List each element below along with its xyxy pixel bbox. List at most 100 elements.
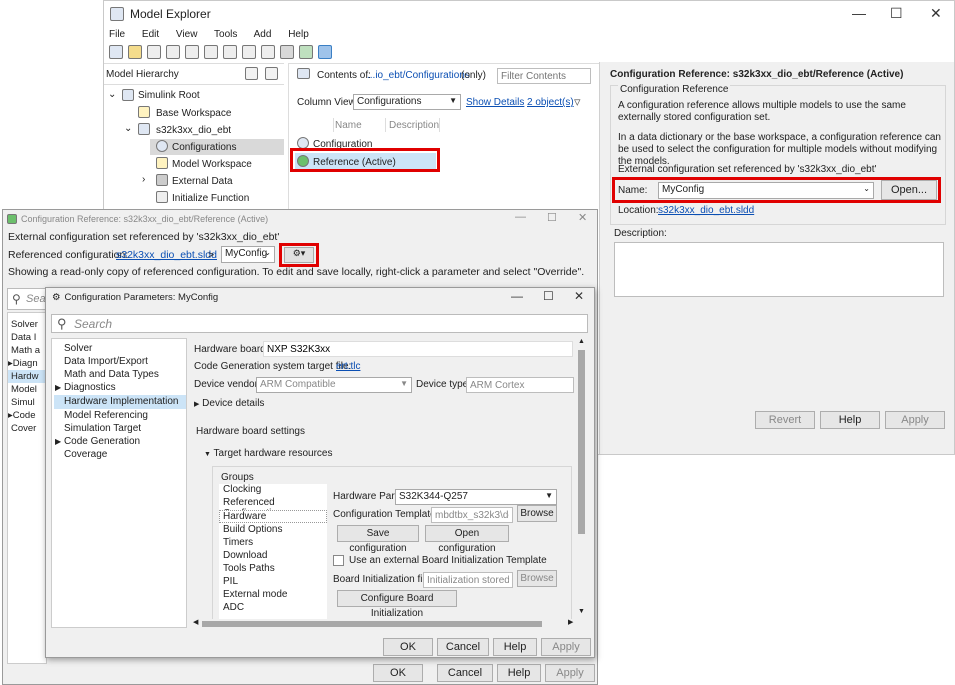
device-type-input[interactable] [466,377,574,393]
browse-board-init-button[interactable]: Browse [517,570,557,587]
target-resources-toggle[interactable]: ▼ Target hardware resources [204,448,333,459]
location-link[interactable]: s32k3xx_dio_ebt.sldd [658,205,754,216]
new-model-icon[interactable] [109,45,123,59]
ref-side-item[interactable]: Model [11,384,37,395]
cfg-template-input[interactable] [431,507,513,523]
nav-data-import-export[interactable]: Data Import/Export [64,356,148,367]
tree-expand-icon[interactable]: ⌄ [108,89,116,100]
workspace-icon[interactable] [261,45,275,59]
settings-icon[interactable] [280,45,294,59]
vendor-select[interactable]: ARM Compatible ▼ [256,377,412,393]
revert-button[interactable]: Revert [755,411,815,429]
copy-icon[interactable] [166,45,180,59]
group-item[interactable]: Hardware [223,511,266,522]
nav-coverage[interactable]: Coverage [64,449,107,460]
help-button[interactable]: Help [493,638,537,656]
ref-side-item[interactable]: Solver [11,319,38,330]
nav-math-data-types[interactable]: Math and Data Types [64,369,159,380]
tree-model[interactable]: s32k3xx_dio_ebt [156,125,231,136]
group-item[interactable]: Build Options [223,524,282,535]
ref-help-button[interactable]: Help [497,664,541,682]
ref-side-item[interactable]: Math a [11,345,40,356]
ref-config-select[interactable]: MyConfig ⌄ [221,246,275,263]
edit-icon[interactable] [245,67,258,80]
open-icon[interactable] [128,45,142,59]
horizontal-scrollbar[interactable]: ◀ ▶ [192,619,576,628]
group-item[interactable]: Tools Paths [223,563,275,574]
menu-help[interactable]: Help [288,29,309,40]
open-configuration-button[interactable]: Open configuration [425,525,509,554]
add-icon[interactable] [242,45,256,59]
menu-file[interactable]: File [109,29,125,40]
group-item[interactable]: Timers [223,537,253,548]
menu-view[interactable]: View [176,29,198,40]
maximize-icon[interactable]: ☐ [543,289,554,303]
tree-configurations[interactable]: Configurations [172,142,236,153]
codegen-link[interactable]: ert.tlc [336,361,360,372]
ok-button[interactable]: OK [383,638,433,656]
vertical-scrollbar[interactable]: ▲ ▼ [576,338,587,619]
delete-icon[interactable] [204,45,218,59]
scroll-up-icon[interactable]: ▲ [578,338,585,345]
nav-diagnostics[interactable]: ▶ Diagnostics [55,382,116,393]
nav-code-generation[interactable]: ▶ Code Generation [55,436,140,447]
grid-icon[interactable] [223,45,237,59]
ref-side-item[interactable]: Simul [11,397,35,408]
group-item[interactable]: ADC [223,602,244,613]
show-details-link[interactable]: Show Details [466,97,524,108]
tree-external-data[interactable]: External Data [172,176,233,187]
dialog-view-icon[interactable] [318,45,332,59]
use-external-checkbox[interactable] [333,555,344,566]
vertical-scroll-thumb[interactable] [578,350,585,534]
minimize-icon[interactable]: — [511,289,523,303]
close-icon[interactable]: ✕ [578,211,587,224]
ref-ok-button[interactable]: OK [373,664,423,682]
ref-apply-button[interactable]: Apply [545,664,595,682]
ref-cancel-button[interactable]: Cancel [437,664,493,682]
ref-search-box[interactable]: ⚲ Sea [7,288,47,310]
col-description-header[interactable]: Description [389,120,439,131]
hw-board-input[interactable] [263,341,573,357]
scroll-down-icon[interactable]: ▼ [578,608,585,615]
browse-template-button[interactable]: Browse [517,505,557,522]
group-item[interactable]: Clocking [223,484,261,495]
scroll-left-icon[interactable]: ◀ [193,618,198,626]
col-name-header[interactable]: Name [335,120,362,131]
close-icon[interactable]: ✕ [574,289,584,303]
menu-tools[interactable]: Tools [214,29,237,40]
filter-icon[interactable]: ▿ [574,94,581,110]
ref-config-link[interactable]: s32k3xx_dio_ebt.sldd [116,249,217,261]
contents-path-link[interactable]: ...io_ebt/Configurations [367,70,470,81]
group-item[interactable]: PIL [223,576,238,587]
horizontal-scroll-thumb[interactable] [202,621,542,627]
nav-hardware-implementation[interactable]: Hardware Implementation [64,396,179,407]
config-search-box[interactable]: ⚲ Search [51,314,588,333]
tree-base-workspace[interactable]: Base Workspace [156,108,231,119]
ref-side-item[interactable]: ▸Code [8,410,36,421]
minimize-icon[interactable]: — [515,211,526,223]
ref-side-item[interactable]: Cover [11,423,36,434]
tree-model-workspace[interactable]: Model Workspace [172,159,252,170]
objects-count-link[interactable]: 2 object(s) [527,97,574,108]
scroll-right-icon[interactable]: ▶ [568,618,573,626]
filter-contents-input[interactable] [497,68,591,84]
minimize-icon[interactable]: — [852,5,866,21]
column-view-select[interactable]: Configurations ▼ [353,94,461,110]
menu-edit[interactable]: Edit [142,29,159,40]
tree-simulink-root[interactable]: Simulink Root [138,90,200,101]
panel-help-button[interactable]: Help [820,411,880,429]
ref-side-item[interactable]: Data I [11,332,36,343]
device-details-toggle[interactable]: ▶ Device details [194,398,264,409]
nav-solver[interactable]: Solver [64,343,92,354]
link-icon[interactable] [265,67,278,80]
tree-expand-icon[interactable]: ⌄ [124,123,132,134]
maximize-icon[interactable]: ☐ [890,5,903,22]
model-advisor-icon[interactable] [299,45,313,59]
ref-side-item[interactable]: ▸Diagn [8,358,38,369]
menu-add[interactable]: Add [254,29,272,40]
save-configuration-button[interactable]: Save configuration [337,525,419,554]
group-item[interactable]: External mode [223,589,287,600]
board-init-input[interactable] [423,572,513,588]
cancel-button[interactable]: Cancel [437,638,489,656]
paste-icon[interactable] [185,45,199,59]
